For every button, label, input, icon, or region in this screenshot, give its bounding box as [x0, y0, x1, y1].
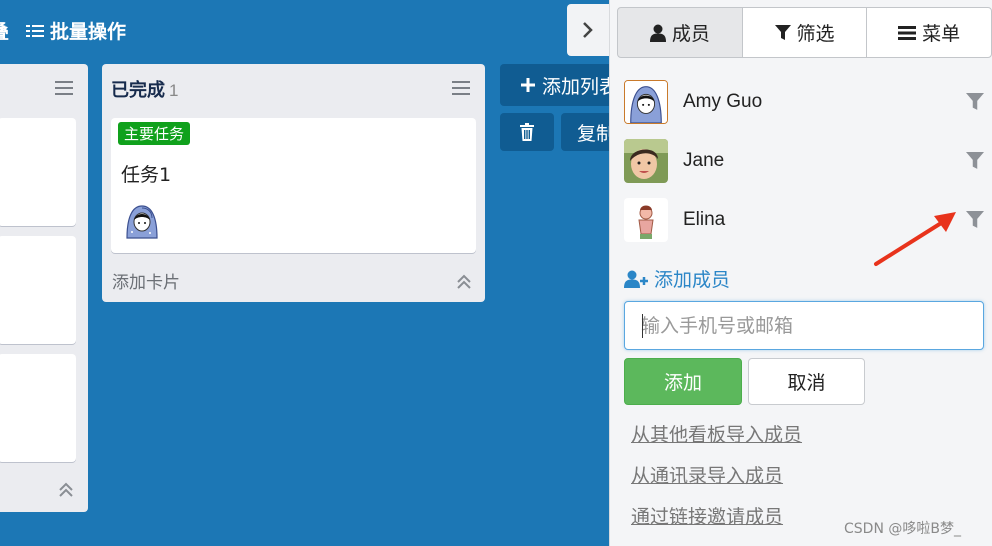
watermark: CSDN @哆啦B梦_ [844, 521, 961, 537]
add-list-label: 添加列表 [542, 75, 619, 98]
tab-filter[interactable]: 筛选 [741, 7, 868, 58]
list-done: 已完成 1 主要任务 任务1 添加卡片 [102, 64, 485, 302]
filter-icon [774, 24, 791, 40]
phone-email-input[interactable] [624, 301, 984, 350]
filter-icon[interactable] [966, 152, 984, 170]
list-partial [0, 64, 88, 512]
tab-filter-label: 筛选 [796, 23, 835, 45]
delete-button[interactable] [500, 113, 554, 151]
import-from-board-link[interactable]: 从其他看板导入成员 [631, 420, 802, 447]
user-icon [649, 24, 666, 42]
collapse-chevron-icon[interactable] [455, 272, 473, 290]
chevron-right-icon [583, 22, 593, 38]
tab-menu[interactable]: 菜单 [866, 7, 992, 58]
plus-icon [521, 78, 535, 92]
tab-menu-label: 菜单 [922, 23, 961, 45]
checklist-icon [26, 23, 44, 39]
sidebar-toggle-button[interactable] [567, 4, 609, 56]
add-button[interactable]: 添加 [624, 358, 742, 405]
member-row[interactable]: Elina [624, 197, 984, 243]
member-name: Jane [683, 150, 725, 171]
card[interactable] [0, 118, 76, 226]
card-label: 主要任务 [118, 122, 191, 145]
list-title[interactable]: 已完成 1 [111, 76, 178, 102]
cancel-button[interactable]: 取消 [748, 358, 865, 405]
member-name: Amy Guo [683, 91, 763, 112]
add-member-link[interactable]: 添加成员 [624, 265, 730, 292]
menu-icon [898, 25, 917, 40]
filter-icon[interactable] [966, 211, 984, 229]
card[interactable] [0, 354, 76, 462]
text-caret [642, 314, 643, 338]
member-name: Elina [683, 209, 726, 230]
list-count: 1 [169, 81, 179, 100]
batch-operation-label: 批量操作 [50, 21, 127, 43]
invite-by-link-link[interactable]: 通过链接邀请成员 [631, 502, 783, 529]
member-avatar[interactable] [624, 198, 668, 242]
collapse-chevron-icon[interactable] [57, 480, 75, 498]
toolbar-partial-label[interactable]: 叠 [0, 17, 9, 44]
user-plus-icon [624, 270, 648, 288]
member-avatar[interactable] [624, 80, 668, 124]
tab-members[interactable]: 成员 [617, 7, 743, 58]
card-title: 任务1 [121, 164, 172, 186]
add-member-label: 添加成员 [654, 269, 731, 291]
add-card-button[interactable]: 添加卡片 [112, 268, 180, 293]
members-panel: 成员 筛选 菜单 Amy Guo Jane Elina 添加成员 输入手机号或邮… [609, 0, 992, 546]
task-card[interactable]: 主要任务 任务1 [111, 118, 476, 253]
batch-operation-button[interactable]: 批量操作 [26, 17, 126, 44]
list-menu-icon[interactable] [452, 81, 470, 95]
member-row[interactable]: Amy Guo [624, 79, 984, 125]
tab-members-label: 成员 [671, 23, 710, 45]
import-from-contacts-link[interactable]: 从通讯录导入成员 [631, 461, 783, 488]
member-row[interactable]: Jane [624, 138, 984, 184]
card[interactable] [0, 236, 76, 344]
trash-icon [520, 123, 534, 141]
member-avatar[interactable] [624, 139, 668, 183]
list-menu-icon[interactable] [55, 81, 73, 95]
member-avatar[interactable] [122, 200, 162, 240]
list-title-text: 已完成 [111, 80, 165, 100]
panel-tabs: 成员 筛选 菜单 [617, 7, 992, 58]
filter-icon[interactable] [966, 93, 984, 111]
